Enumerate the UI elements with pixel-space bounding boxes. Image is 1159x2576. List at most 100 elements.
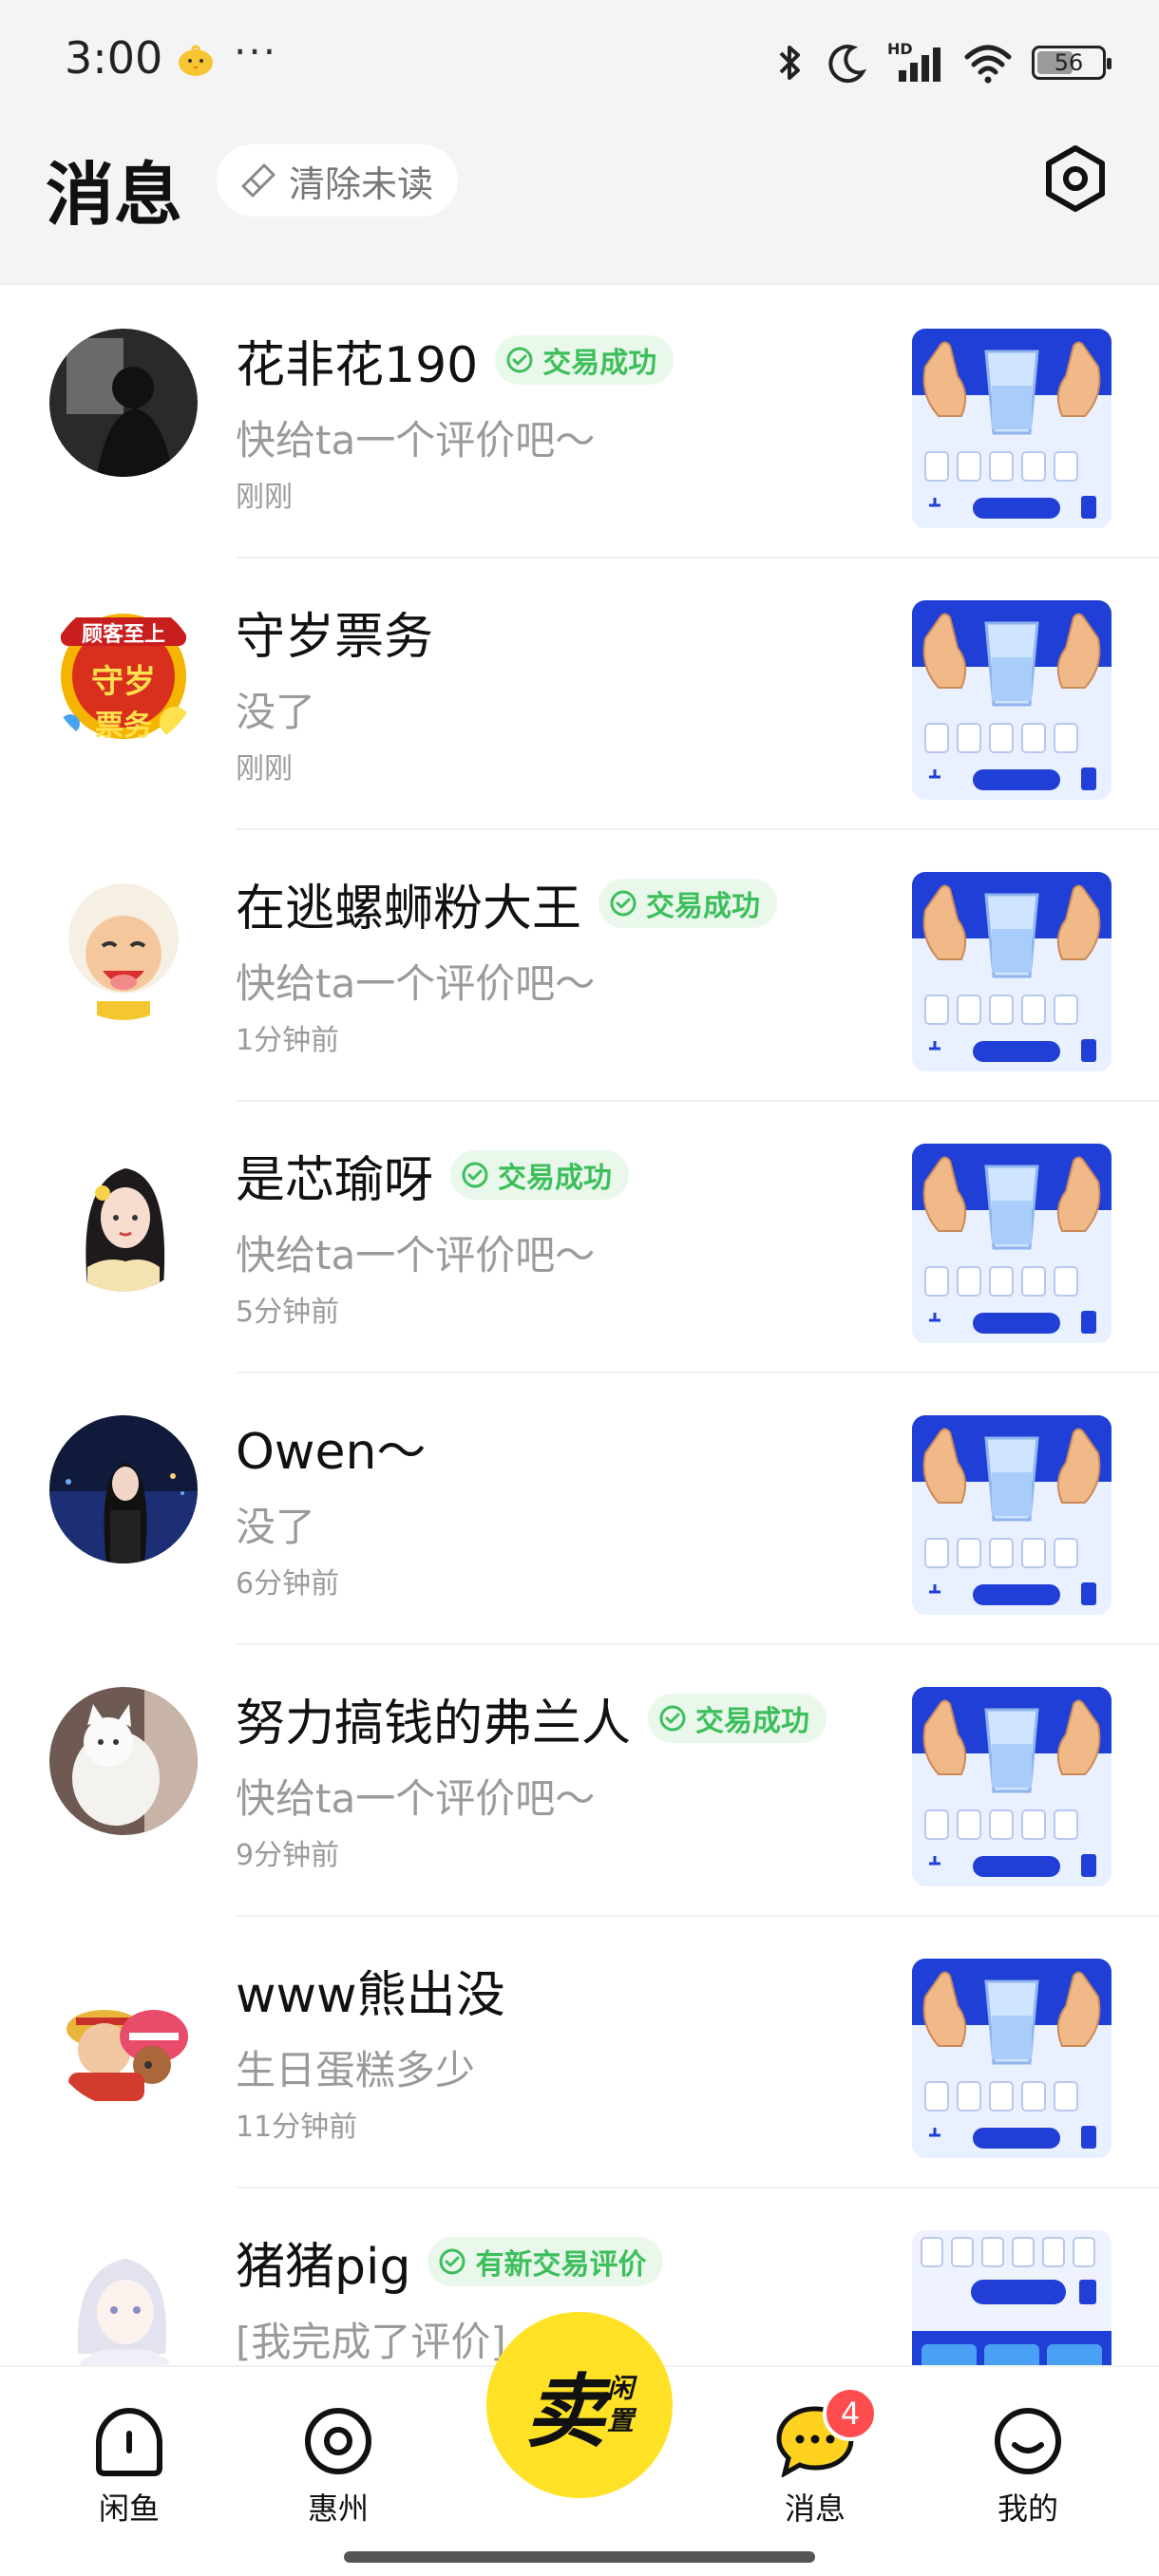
contact-name: 守岁票务 [236, 608, 434, 666]
header: 消息 清除未读 [0, 123, 1159, 285]
broom-icon [241, 163, 276, 198]
contact-name: Owen～ [236, 1423, 427, 1481]
conversation-item[interactable]: www熊出没生日蛋糕多少 11分钟前 [0, 1917, 1159, 2188]
signal-indicator: HD [887, 40, 944, 85]
last-message: 生日蛋糕多少 [236, 2047, 476, 2093]
last-message: 快给ta一个评价吧～ [236, 1775, 596, 1822]
smile-profile-icon [995, 2408, 1061, 2474]
settings-icon[interactable] [1041, 144, 1110, 213]
item-thumbnail[interactable] [912, 329, 1112, 528]
last-message: 快给ta一个评价吧～ [236, 417, 596, 464]
trade-status-badge: 交易成功 [648, 1694, 827, 1743]
conversation-item[interactable]: 在逃螺蛳粉大王 交易成功 快给ta一个评价吧～ 1分钟前 [0, 830, 1159, 1102]
check-circle-icon [506, 347, 533, 373]
trade-status-label: 有新交易评价 [475, 2248, 647, 2282]
sell-main-label: 卖 [524, 2364, 605, 2458]
name-row: www熊出没 [236, 1957, 505, 2024]
trade-status-badge: 有新交易评价 [428, 2237, 664, 2286]
item-thumbnail[interactable] [912, 872, 1112, 1071]
conversation-list: 花非花190 交易成功 快给ta一个评价吧～ 刚刚 顾客至上 守岁 票务 守岁票务 没了 刚刚 在逃… [0, 287, 1159, 2460]
sell-sub2: 置 [607, 2405, 635, 2436]
message-time: 11分钟前 [236, 2111, 358, 2144]
page-title: 消息 [46, 155, 183, 235]
fish-home-icon [96, 2407, 162, 2476]
trade-status-label: 交易成功 [695, 1705, 810, 1738]
contact-name: 花非花190 [236, 336, 479, 394]
battery-level: 56 [1054, 49, 1084, 76]
messages-unread-badge: 4 [823, 2386, 878, 2441]
trade-status-label: 交易成功 [498, 1162, 613, 1195]
wifi-icon [964, 45, 1012, 84]
status-more-dots: ··· [234, 28, 278, 75]
bottom-nav: 闲鱼 惠州 卖 闲 置 4 消息 我的 [0, 2312, 1159, 2576]
name-row: 花非花190 交易成功 [236, 327, 674, 394]
avatar[interactable] [49, 1415, 198, 1563]
last-message: [我完成了评价] [236, 2319, 506, 2365]
status-icons: HD 56 [773, 34, 1112, 91]
avatar[interactable] [49, 1959, 198, 2107]
last-message: 没了 [236, 689, 316, 735]
sell-button[interactable]: 卖 闲 置 [486, 2312, 673, 2498]
conversation-item[interactable]: 花非花190 交易成功快给ta一个评价吧～ 刚刚 [0, 287, 1159, 559]
item-thumbnail[interactable] [912, 1959, 1112, 2158]
nav-label-location: 惠州 [307, 2491, 369, 2527]
avatar[interactable] [49, 329, 198, 477]
home-indicator[interactable] [344, 2551, 815, 2563]
check-circle-icon [439, 2248, 466, 2275]
avatar[interactable] [49, 2230, 198, 2378]
message-time: 刚刚 [236, 481, 293, 514]
item-thumbnail[interactable] [912, 1687, 1112, 1886]
message-time: 1分钟前 [236, 1024, 340, 1057]
avatar[interactable] [49, 872, 198, 1020]
signal-bars-icon [899, 47, 940, 82]
nav-item-profile[interactable]: 我的 [971, 2405, 1085, 2538]
avatar[interactable]: 顾客至上 守岁 票务 [49, 600, 198, 748]
contact-name: 在逃螺蛳粉大王 [236, 880, 582, 938]
item-thumbnail[interactable] [912, 600, 1112, 800]
conversation-item[interactable]: 努力搞钱的弗兰人 交易成功 快给ta一个评价吧～ 9分钟前 [0, 1645, 1159, 1917]
trade-status-badge: 交易成功 [495, 335, 674, 385]
nav-item-messages[interactable]: 4 消息 [758, 2386, 878, 2538]
last-message: 快给ta一个评价吧～ [236, 960, 596, 1007]
bluetooth-icon [779, 46, 800, 80]
name-row: 猪猪pig 有新交易评价 [236, 2228, 664, 2296]
clear-unread-label: 清除未读 [289, 162, 434, 205]
moon-icon [828, 45, 867, 84]
message-time: 5分钟前 [236, 1296, 340, 1329]
trade-status-badge: 交易成功 [598, 879, 778, 928]
message-time: 6分钟前 [236, 1567, 340, 1601]
name-row: Owen～ [236, 1413, 427, 1481]
contact-name: 猪猪pig [236, 2238, 411, 2296]
nav-item-location[interactable]: 惠州 [281, 2405, 395, 2538]
item-thumbnail[interactable] [912, 1144, 1112, 1343]
trade-status-label: 交易成功 [542, 347, 657, 380]
nav-label-home: 闲鱼 [98, 2491, 160, 2527]
status-bar: 3:00 ··· HD 56 [0, 0, 1159, 123]
avatar[interactable] [49, 1144, 198, 1292]
name-row: 是芯瑜呀 交易成功 [236, 1142, 630, 1209]
avatar-logo-text: 顾客至上 守岁 票务 [81, 623, 165, 743]
conversation-item[interactable]: 是芯瑜呀 交易成功 快给ta一个评价吧～ 5分钟前 [0, 1102, 1159, 1373]
contact-name: www熊出没 [236, 1966, 505, 2024]
sell-sub-label: 闲 置 [605, 2373, 634, 2437]
check-circle-icon [462, 1162, 488, 1188]
location-icon [305, 2408, 371, 2474]
conversation-item[interactable]: 顾客至上 守岁 票务 守岁票务没了刚刚 [0, 559, 1159, 830]
avatar[interactable] [49, 1687, 198, 1835]
nav-label-profile: 我的 [997, 2491, 1058, 2527]
last-message: 没了 [236, 1504, 316, 1550]
message-time: 刚刚 [236, 752, 293, 786]
chick-emoji-icon [179, 45, 213, 76]
trade-status-badge: 交易成功 [450, 1150, 630, 1200]
name-row: 努力搞钱的弗兰人 交易成功 [236, 1685, 827, 1752]
item-thumbnail[interactable] [912, 1415, 1112, 1615]
contact-name: 努力搞钱的弗兰人 [236, 1695, 632, 1752]
clear-unread-button[interactable]: 清除未读 [217, 144, 459, 217]
contact-name: 是芯瑜呀 [236, 1151, 434, 1209]
name-row: 在逃螺蛳粉大王 交易成功 [236, 870, 778, 938]
conversation-item[interactable]: Owen～ 没了 6分钟前 [0, 1373, 1159, 1645]
nav-label-messages: 消息 [784, 2491, 846, 2527]
name-row: 守岁票务 [236, 598, 434, 666]
check-circle-icon [610, 890, 636, 917]
nav-item-home[interactable]: 闲鱼 [72, 2405, 186, 2538]
